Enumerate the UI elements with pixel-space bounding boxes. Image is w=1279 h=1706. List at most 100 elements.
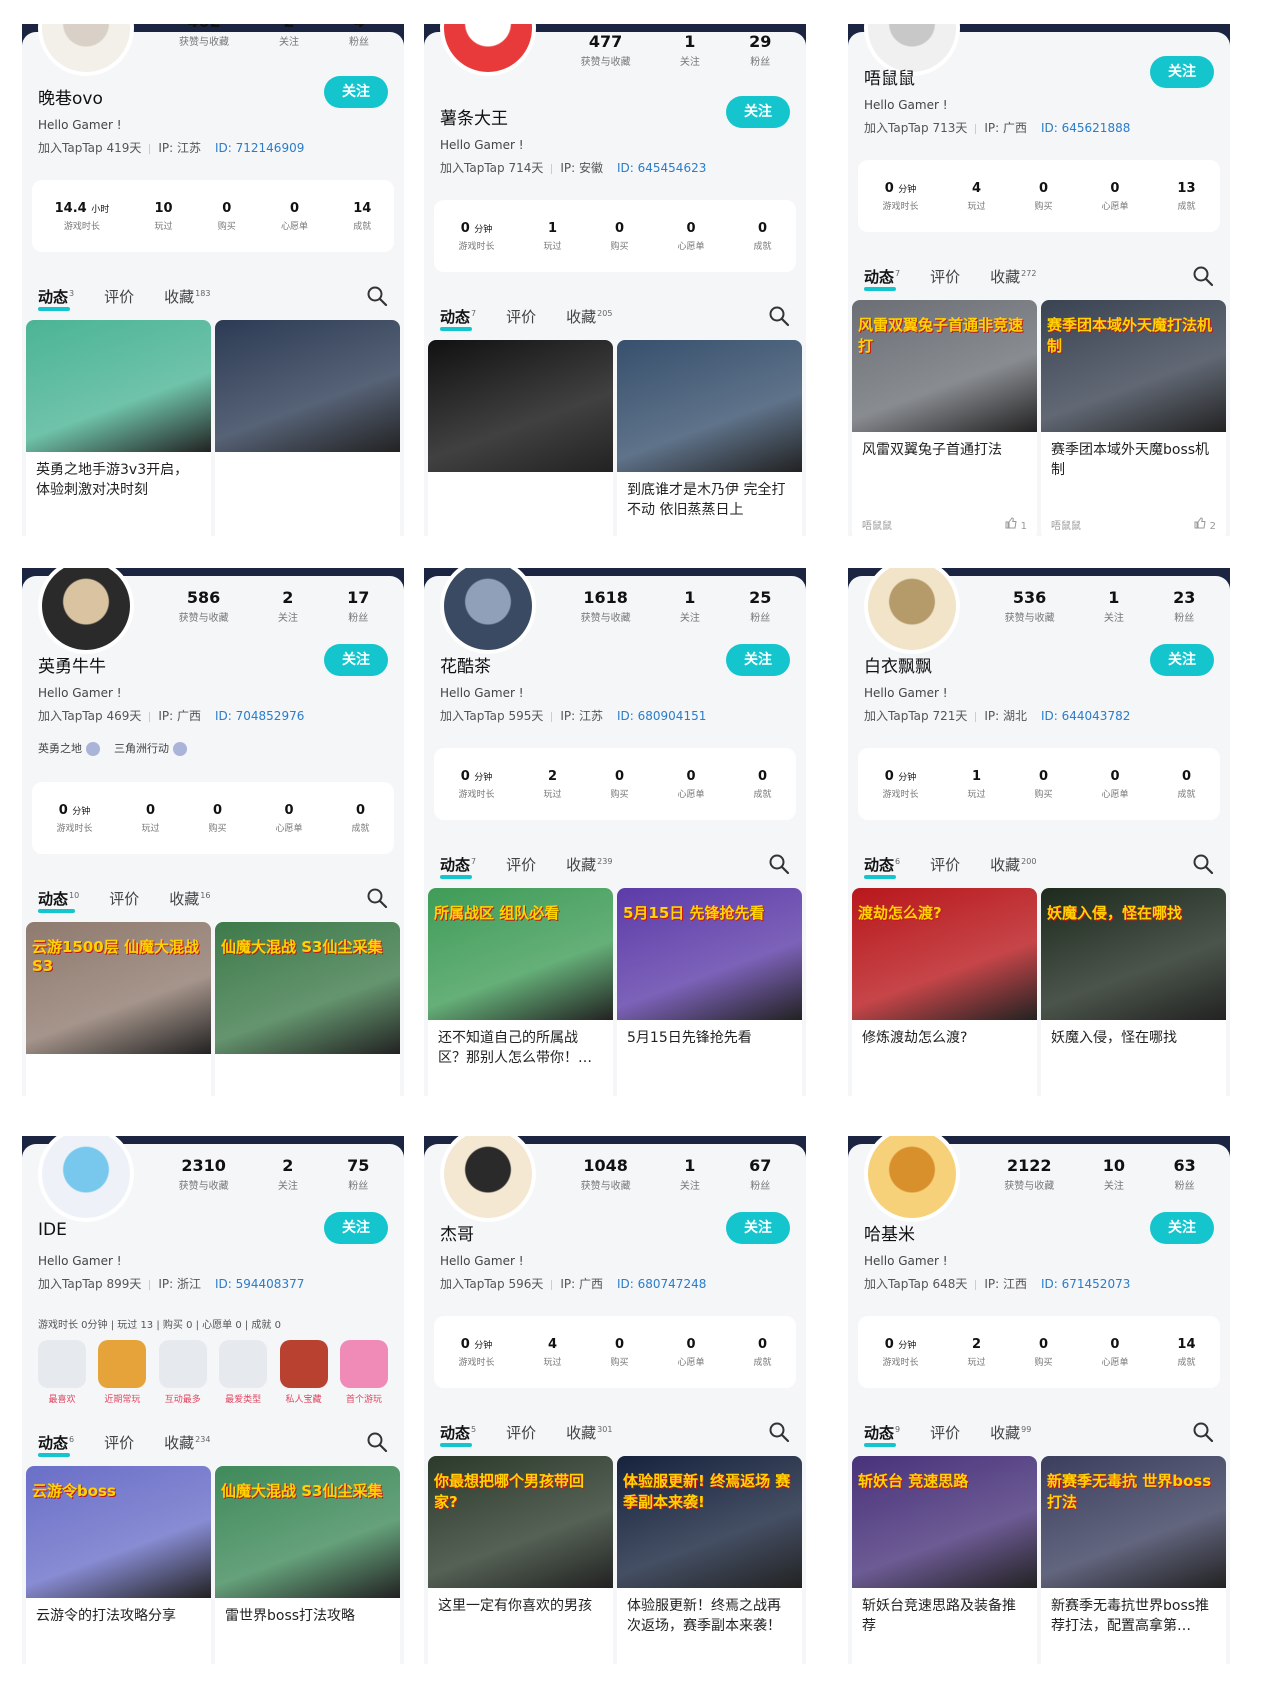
play-time-stat[interactable]: 0 分钟 游戏时长 bbox=[458, 769, 494, 800]
play-time-stat[interactable]: 0 分钟 游戏时长 bbox=[458, 1337, 494, 1368]
fans-stat[interactable]: 25 粉丝 bbox=[749, 588, 771, 624]
tab-collect[interactable]: 收藏234 bbox=[164, 1432, 210, 1453]
post-image[interactable]: 斩妖台 竞速思路 bbox=[852, 1456, 1037, 1588]
played-stat[interactable]: 4 玩过 bbox=[543, 1337, 561, 1368]
fans-stat[interactable]: 75 粉丝 bbox=[347, 1156, 369, 1192]
post-card[interactable]: 赛季团本域外天魔打法机制 赛季团本域外天魔boss机制 唔鼠鼠 2 bbox=[1041, 300, 1226, 536]
fans-stat[interactable]: 67 粉丝 bbox=[749, 1156, 771, 1192]
play-time-stat[interactable]: 0 分钟 游戏时长 bbox=[56, 803, 92, 834]
user-id[interactable]: ID: 680904151 bbox=[617, 709, 706, 723]
post-image[interactable]: 新赛季无毒抗 世界boss打法 bbox=[1041, 1456, 1226, 1588]
tab-review[interactable]: 评价 bbox=[104, 1432, 134, 1453]
played-stat[interactable]: 1 玩过 bbox=[543, 221, 561, 252]
wishlist-stat[interactable]: 0 心愿单 bbox=[1101, 181, 1128, 212]
fans-stat[interactable]: 63 粉丝 bbox=[1173, 1156, 1195, 1192]
wishlist-stat[interactable]: 0 心愿单 bbox=[281, 201, 308, 232]
post-card[interactable]: 体验服更新! 终焉返场 赛季副本来袭! 体验服更新！终焉之战再次返场，赛季副本来袭… bbox=[617, 1456, 802, 1664]
tab-dynamic[interactable]: 动态7 bbox=[440, 854, 476, 879]
post-image[interactable] bbox=[26, 320, 211, 452]
post-image[interactable]: 仙魔大混战 S3仙尘采集 bbox=[215, 922, 400, 1054]
post-image[interactable] bbox=[215, 320, 400, 452]
search-icon[interactable] bbox=[1192, 265, 1214, 287]
follow-button[interactable]: 关注 bbox=[726, 96, 790, 128]
play-time-stat[interactable]: 0 分钟 游戏时长 bbox=[458, 221, 494, 252]
post-card[interactable]: 到底谁才是木乃伊 完全打不动 依旧蒸蒸日上 bbox=[617, 340, 802, 536]
post-image[interactable] bbox=[617, 340, 802, 472]
post-card[interactable]: 仙魔大混战 S3仙尘采集 bbox=[215, 922, 400, 1096]
user-id[interactable]: ID: 645454623 bbox=[617, 161, 706, 175]
fans-stat[interactable]: 23 粉丝 bbox=[1173, 588, 1195, 624]
play-time-stat[interactable]: 0 分钟 游戏时长 bbox=[882, 181, 918, 212]
tab-review[interactable]: 评价 bbox=[506, 306, 536, 327]
post-card[interactable]: 渡劫怎么渡? 修炼渡劫怎么渡? bbox=[852, 888, 1037, 1096]
post-card[interactable]: 英勇之地手游3v3开启，体验刺激对决时刻晚巷ovo 1 bbox=[26, 320, 211, 536]
follow-button[interactable]: 关注 bbox=[1150, 1212, 1214, 1244]
post-card[interactable]: 你最想把哪个男孩带回家? 这里一定有你喜欢的男孩 bbox=[428, 1456, 613, 1664]
search-icon[interactable] bbox=[366, 1431, 388, 1453]
fans-stat[interactable]: 4 粉丝 bbox=[349, 24, 369, 48]
bought-stat[interactable]: 0 购买 bbox=[218, 201, 236, 232]
play-time-stat[interactable]: 0 分钟 游戏时长 bbox=[882, 1337, 918, 1368]
user-id[interactable]: ID: 704852976 bbox=[215, 709, 304, 723]
tab-dynamic[interactable]: 动态9 bbox=[864, 1422, 900, 1447]
post-card[interactable]: 风雷双翼兔子首通非竞速打 风雷双翼兔子首通打法 唔鼠鼠 1 bbox=[852, 300, 1037, 536]
achievement-stat[interactable]: 14 成就 bbox=[353, 201, 371, 232]
tab-dynamic[interactable]: 动态5 bbox=[440, 1422, 476, 1447]
play-time-stat[interactable]: 0 分钟 游戏时长 bbox=[882, 769, 918, 800]
post-image[interactable]: 云游1500层 仙魔大混战 S3 bbox=[26, 922, 211, 1054]
game-chip[interactable]: 英勇之地 bbox=[38, 740, 100, 756]
user-id[interactable]: ID: 645621888 bbox=[1041, 121, 1130, 135]
post-image[interactable]: 你最想把哪个男孩带回家? bbox=[428, 1456, 613, 1588]
post-image[interactable]: 所属战区 组队必看 bbox=[428, 888, 613, 1020]
tab-dynamic[interactable]: 动态10 bbox=[38, 888, 79, 913]
post-image[interactable]: 体验服更新! 终焉返场 赛季副本来袭! bbox=[617, 1456, 802, 1588]
wishlist-stat[interactable]: 0 心愿单 bbox=[275, 803, 302, 834]
achievement-stat[interactable]: 0 成就 bbox=[753, 221, 771, 252]
achievement-stat[interactable]: 14 成就 bbox=[1177, 1337, 1195, 1368]
follow-button[interactable]: 关注 bbox=[726, 644, 790, 676]
achievement-stat[interactable]: 0 成就 bbox=[1177, 769, 1195, 800]
likes-stat[interactable]: 536 获赞与收藏 bbox=[1005, 588, 1055, 624]
tab-collect[interactable]: 收藏205 bbox=[566, 306, 612, 327]
post-author[interactable]: 唔鼠鼠 bbox=[862, 517, 892, 532]
tab-dynamic[interactable]: 动态3 bbox=[38, 286, 74, 311]
shelf-game[interactable]: 首个游玩 bbox=[339, 1340, 388, 1405]
user-id[interactable]: ID: 680747248 bbox=[617, 1277, 706, 1291]
likes-stat[interactable]: 1618 获赞与收藏 bbox=[581, 588, 631, 624]
tab-collect[interactable]: 收藏301 bbox=[566, 1422, 612, 1443]
search-icon[interactable] bbox=[768, 853, 790, 875]
wishlist-stat[interactable]: 0 心愿单 bbox=[1101, 1337, 1128, 1368]
wishlist-stat[interactable]: 0 心愿单 bbox=[1101, 769, 1128, 800]
shelf-game[interactable]: 近期常玩 bbox=[98, 1340, 147, 1405]
tab-review[interactable]: 评价 bbox=[104, 286, 134, 307]
likes-stat[interactable]: 2310 获赞与收藏 bbox=[179, 1156, 229, 1192]
tab-review[interactable]: 评价 bbox=[930, 266, 960, 287]
search-icon[interactable] bbox=[1192, 1421, 1214, 1443]
tab-dynamic[interactable]: 动态7 bbox=[864, 266, 900, 291]
post-card[interactable]: 所属战区 组队必看 还不知道自己的所属战区？那别人怎么带你！… bbox=[428, 888, 613, 1096]
search-icon[interactable] bbox=[366, 285, 388, 307]
search-icon[interactable] bbox=[768, 1421, 790, 1443]
likes-stat[interactable]: 1048 获赞与收藏 bbox=[581, 1156, 631, 1192]
post-image[interactable]: 妖魔入侵，怪在哪找 bbox=[1041, 888, 1226, 1020]
post-image[interactable]: 渡劫怎么渡? bbox=[852, 888, 1037, 1020]
wishlist-stat[interactable]: 0 心愿单 bbox=[677, 769, 704, 800]
played-stat[interactable]: 2 玩过 bbox=[967, 1337, 985, 1368]
post-image[interactable] bbox=[428, 340, 613, 472]
follow-button[interactable]: 关注 bbox=[726, 1212, 790, 1244]
fans-stat[interactable]: 29 粉丝 bbox=[749, 32, 771, 68]
post-image[interactable]: 云游令boss bbox=[26, 1466, 211, 1598]
search-icon[interactable] bbox=[1192, 853, 1214, 875]
user-id[interactable]: ID: 712146909 bbox=[215, 141, 304, 155]
likes-stat[interactable]: 2122 获赞与收藏 bbox=[1004, 1156, 1054, 1192]
tab-review[interactable]: 评价 bbox=[506, 1422, 536, 1443]
played-stat[interactable]: 2 玩过 bbox=[543, 769, 561, 800]
bought-stat[interactable]: 0 购买 bbox=[610, 1337, 628, 1368]
bought-stat[interactable]: 0 购买 bbox=[208, 803, 226, 834]
like-icon[interactable] bbox=[1194, 517, 1207, 532]
shelf-game[interactable]: 最喜欢 bbox=[38, 1340, 86, 1405]
likes-stat[interactable]: 402 获赞与收藏 bbox=[179, 24, 229, 48]
search-icon[interactable] bbox=[768, 305, 790, 327]
tab-collect[interactable]: 收藏239 bbox=[566, 854, 612, 875]
wishlist-stat[interactable]: 0 心愿单 bbox=[677, 1337, 704, 1368]
